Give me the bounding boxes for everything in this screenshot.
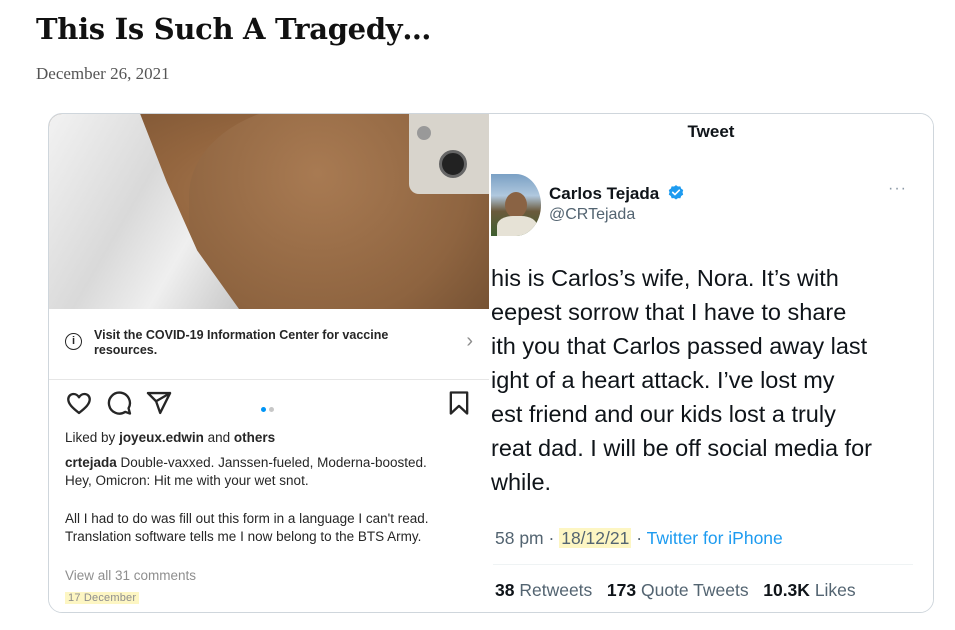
carousel-dot [268, 407, 274, 412]
chevron-right-icon: › [466, 330, 473, 352]
tweet-line: while. [491, 469, 552, 495]
covid-notice-text: Visit the COVID-19 Information Center fo… [94, 328, 389, 357]
tweet-meta: 58 pm · 18/12/21 · Twitter for iPhone [495, 528, 783, 548]
tweet-time[interactable]: 58 pm [495, 528, 544, 548]
tweet-text: his is Carlos’s wife, Nora. It’s with ee… [491, 261, 931, 499]
instagram-post: i Visit the COVID-19 Information Center … [49, 114, 489, 612]
more-options-icon[interactable]: ··· [888, 180, 907, 198]
author-handle[interactable]: @CRTejada [549, 206, 635, 224]
tweet-source-link[interactable]: Twitter for iPhone [647, 528, 783, 548]
tweet-line: his is Carlos’s wife, Nora. It’s with [491, 265, 839, 291]
screenshot-collage: i Visit the COVID-19 Information Center … [48, 113, 934, 613]
tweet-line: reat dad. I will be off social media for [491, 435, 872, 461]
comment-icon[interactable] [105, 389, 133, 417]
bookmark-icon[interactable] [445, 389, 473, 417]
post-caption: crtejada Double-vaxxed. Janssen-fueled, … [65, 454, 445, 489]
liked-by-others-link[interactable]: others [234, 430, 275, 445]
caption-text: Double-vaxxed. Janssen-fueled, Moderna-b… [65, 455, 427, 488]
likes-stat[interactable]: 10.3K Likes [763, 580, 855, 600]
covid-info-banner[interactable]: i Visit the COVID-19 Information Center … [49, 309, 489, 380]
caption-username[interactable]: crtejada [65, 455, 117, 470]
post-actions [49, 389, 489, 419]
divider [493, 564, 913, 565]
post-photo[interactable] [49, 114, 489, 309]
tweet-stats: 38 Retweets 173 Quote Tweets 10.3K Likes [495, 580, 856, 601]
quote-tweets-stat[interactable]: 173 Quote Tweets [607, 580, 749, 600]
tweet-line: eepest sorrow that I have to share [491, 299, 847, 325]
heart-icon[interactable] [65, 389, 93, 417]
likes-line: Liked by joyeux.edwin and others [65, 430, 276, 445]
carousel-indicator [259, 399, 275, 417]
carousel-dot-active [260, 407, 266, 412]
verified-badge-icon [668, 185, 684, 200]
retweets-stat[interactable]: 38 Retweets [495, 580, 592, 600]
share-icon[interactable] [145, 389, 173, 417]
tweet-date[interactable]: 18/12/21 [559, 528, 632, 548]
tweet-panel: Tweet Carlos Tejada @CRTejada ··· his is… [489, 114, 933, 612]
info-icon: i [65, 333, 82, 350]
post-date: 17 December [65, 592, 140, 604]
tweet-line: est friend and our kids lost a truly [491, 401, 836, 427]
avatar[interactable] [491, 174, 541, 236]
post-caption-continued: All I had to do was fill out this form i… [65, 511, 429, 544]
tweet-header: Tweet [687, 122, 735, 141]
article-title: This Is Such A Tragedy… [36, 12, 432, 46]
article-date: December 26, 2021 [36, 64, 170, 83]
tweet-line: ight of a heart attack. I’ve lost my [491, 367, 835, 393]
photo-equipment [409, 114, 489, 194]
tweet-line: ith you that Carlos passed away last [491, 333, 868, 359]
liked-by-user-link[interactable]: joyeux.edwin [119, 430, 204, 445]
author-name[interactable]: Carlos Tejada [549, 184, 685, 204]
view-comments-link[interactable]: View all 31 comments [65, 568, 196, 583]
